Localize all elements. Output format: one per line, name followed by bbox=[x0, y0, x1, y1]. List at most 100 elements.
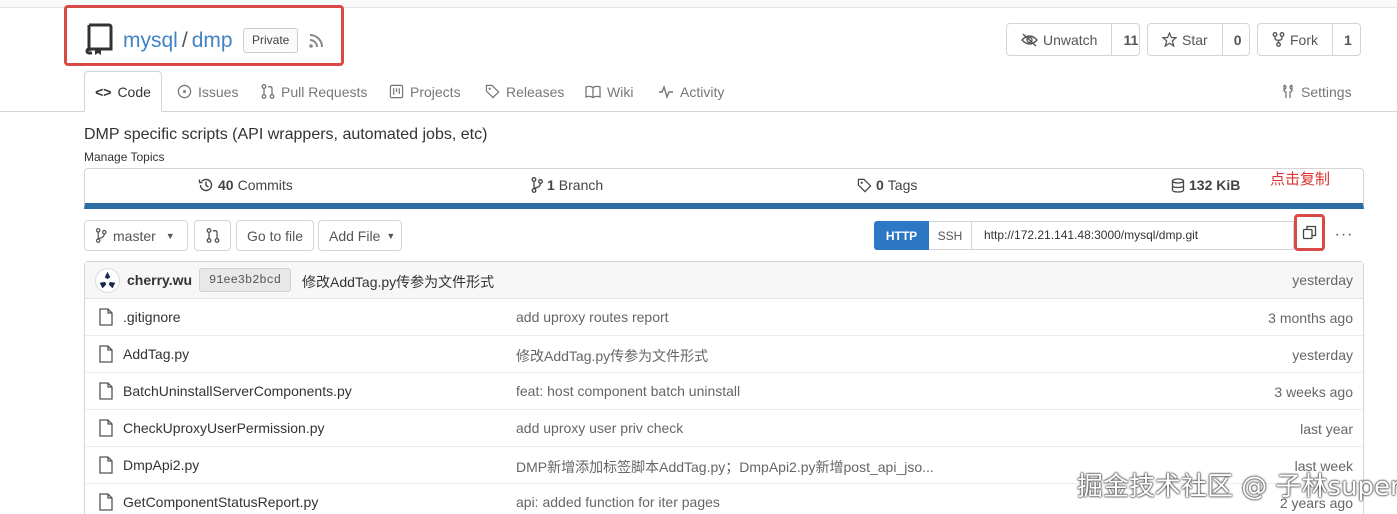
more-options-button[interactable]: ··· bbox=[1331, 226, 1357, 244]
star-label: Star bbox=[1182, 31, 1208, 48]
file-name-link[interactable]: GetComponentStatusReport.py bbox=[123, 494, 318, 510]
tab-code[interactable]: <> Code bbox=[84, 71, 162, 112]
tab-issues[interactable]: Issues bbox=[177, 71, 238, 112]
file-name-link[interactable]: BatchUninstallServerComponents.py bbox=[123, 383, 352, 399]
branches-stat[interactable]: 1 Branch bbox=[531, 177, 603, 193]
fork-label: Fork bbox=[1290, 31, 1318, 48]
branch-name: master bbox=[113, 227, 156, 244]
file-commit-time: yesterday bbox=[1292, 347, 1353, 363]
branch-count: 1 bbox=[547, 177, 555, 193]
fork-count[interactable]: 1 bbox=[1333, 24, 1363, 55]
fork-button[interactable]: Fork bbox=[1258, 24, 1333, 55]
repo-size: 132 KiB bbox=[1189, 177, 1241, 193]
eye-slash-icon bbox=[1021, 32, 1038, 47]
repo-name-link[interactable]: dmp bbox=[192, 29, 233, 52]
table-row: AddTag.py 修改AddTag.py传参为文件形式 yesterday bbox=[85, 336, 1363, 373]
http-clone-tab[interactable]: HTTP bbox=[874, 221, 929, 250]
chevron-down-icon: ▼ bbox=[386, 230, 396, 241]
watch-button-group: Unwatch 11 bbox=[1006, 23, 1140, 56]
pulse-icon bbox=[659, 84, 673, 99]
branch-icon bbox=[531, 177, 543, 193]
star-button[interactable]: Star bbox=[1148, 24, 1223, 55]
commits-count: 40 bbox=[218, 177, 234, 193]
tab-settings-label: Settings bbox=[1301, 83, 1352, 100]
tab-projects[interactable]: Projects bbox=[389, 71, 461, 112]
file-icon bbox=[99, 382, 113, 400]
file-icon bbox=[99, 493, 113, 511]
file-commit-time: 3 weeks ago bbox=[1274, 384, 1353, 400]
file-name-link[interactable]: DmpApi2.py bbox=[123, 457, 199, 473]
file-commit-message[interactable]: DMP新增添加标签脚本AddTag.py；DmpApi2.py新增post_ap… bbox=[516, 457, 934, 477]
copy-annotation: 点击复制 bbox=[1270, 171, 1331, 188]
tag-icon bbox=[485, 84, 500, 99]
copy-url-button[interactable] bbox=[1294, 214, 1325, 251]
tab-pull-requests-label: Pull Requests bbox=[281, 83, 368, 100]
watch-count[interactable]: 11 bbox=[1112, 24, 1149, 55]
issue-icon bbox=[177, 84, 192, 99]
compare-button[interactable] bbox=[194, 220, 231, 251]
tags-icon bbox=[857, 178, 872, 192]
latest-commit-row: cherry.wu 91ee3b2bcd 修改AddTag.py传参为文件形式 … bbox=[85, 262, 1363, 299]
file-commit-time: 3 months ago bbox=[1268, 310, 1353, 326]
tab-releases-label: Releases bbox=[506, 83, 565, 100]
file-name-link[interactable]: .gitignore bbox=[123, 309, 181, 325]
tab-wiki[interactable]: Wiki bbox=[585, 71, 633, 112]
file-name-link[interactable]: CheckUproxyUserPermission.py bbox=[123, 420, 325, 436]
compare-icon bbox=[206, 228, 219, 243]
file-icon bbox=[99, 456, 113, 474]
unwatch-label: Unwatch bbox=[1043, 31, 1098, 48]
tags-count: 0 bbox=[876, 177, 884, 193]
history-icon bbox=[198, 178, 213, 192]
rss-icon[interactable] bbox=[307, 32, 325, 50]
add-file-label: Add File bbox=[329, 227, 381, 244]
tab-pull-requests[interactable]: Pull Requests bbox=[261, 71, 367, 112]
private-badge: Private bbox=[243, 28, 299, 53]
table-row: .gitignore add uproxy routes report 3 mont… bbox=[85, 299, 1363, 336]
file-commit-message[interactable]: feat: host component batch uninstall bbox=[516, 383, 740, 399]
repo-title: mysql / dmp bbox=[123, 29, 233, 53]
repo-icon bbox=[85, 23, 113, 55]
go-to-file-button[interactable]: Go to file bbox=[236, 220, 314, 251]
manage-topics-link[interactable]: Manage Topics bbox=[84, 150, 165, 164]
branch-selector[interactable]: master ▼ bbox=[84, 220, 188, 251]
file-icon bbox=[99, 419, 113, 437]
code-icon: <> bbox=[95, 83, 112, 100]
star-count[interactable]: 0 bbox=[1223, 24, 1253, 55]
file-commit-message[interactable]: 修改AddTag.py传参为文件形式 bbox=[516, 346, 708, 366]
file-commit-message[interactable]: add uproxy routes report bbox=[516, 309, 669, 325]
add-file-button[interactable]: Add File ▼ bbox=[318, 220, 402, 251]
tab-settings[interactable]: Settings bbox=[1281, 71, 1352, 112]
chevron-down-icon: ▼ bbox=[165, 230, 175, 241]
commits-stat[interactable]: 40 Commits bbox=[198, 177, 293, 193]
tab-wiki-label: Wiki bbox=[607, 83, 634, 100]
commit-author[interactable]: cherry.wu bbox=[127, 272, 192, 288]
clone-url-input[interactable]: http://172.21.141.48:3000/mysql/dmp.git bbox=[972, 221, 1294, 250]
star-button-group: Star 0 bbox=[1147, 23, 1250, 56]
commit-sha[interactable]: 91ee3b2bcd bbox=[199, 268, 292, 292]
file-icon bbox=[99, 308, 113, 326]
table-row: BatchUninstallServerComponents.py feat: h… bbox=[85, 373, 1363, 410]
tab-releases[interactable]: Releases bbox=[485, 71, 564, 112]
file-commit-message[interactable]: add uproxy user priv check bbox=[516, 420, 683, 436]
avatar[interactable] bbox=[95, 268, 120, 293]
pull-request-icon bbox=[261, 84, 275, 99]
file-name-link[interactable]: AddTag.py bbox=[123, 346, 189, 362]
file-commit-message[interactable]: api: added function for iter pages bbox=[516, 494, 720, 510]
commits-label: Commits bbox=[237, 177, 293, 193]
tab-projects-label: Projects bbox=[410, 83, 461, 100]
database-icon bbox=[1171, 177, 1185, 193]
repo-description: DMP specific scripts (API wrappers, auto… bbox=[84, 126, 488, 143]
book-icon bbox=[585, 85, 601, 98]
unwatch-button[interactable]: Unwatch bbox=[1007, 24, 1113, 55]
commit-message[interactable]: 修改AddTag.py传参为文件形式 bbox=[302, 272, 494, 292]
copy-icon bbox=[1302, 225, 1317, 240]
tags-stat[interactable]: 0 Tags bbox=[857, 177, 917, 193]
tab-activity[interactable]: Activity bbox=[658, 71, 724, 112]
ssh-clone-tab[interactable]: SSH bbox=[929, 221, 972, 250]
repo-owner-link[interactable]: mysql bbox=[123, 29, 178, 52]
tags-label: Tags bbox=[887, 177, 918, 193]
tab-code-label: Code bbox=[117, 83, 151, 100]
repo-stats-bar: 40 Commits 1 Branch 0 Tags 132 KiB bbox=[84, 168, 1364, 209]
tab-activity-label: Activity bbox=[680, 83, 725, 100]
table-row: CheckUproxyUserPermission.py add uproxy u… bbox=[85, 410, 1363, 447]
